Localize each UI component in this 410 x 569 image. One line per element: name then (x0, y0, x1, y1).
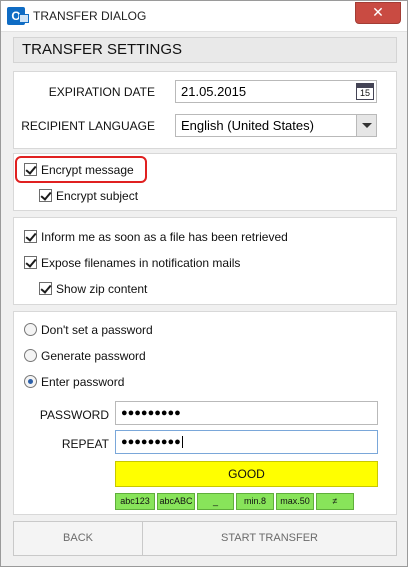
close-icon: ✕ (372, 4, 384, 20)
expiration-date-field[interactable]: 21.05.2015 (175, 80, 377, 103)
rule-not-equal: ≠ (316, 493, 354, 510)
outlook-app-icon: O (7, 7, 29, 25)
encrypt-subject-label: Encrypt subject (56, 189, 139, 203)
rule-special-char: _ (197, 493, 234, 510)
generate-password-label: Generate password (41, 349, 146, 363)
encrypt-message-checkbox[interactable] (24, 163, 37, 176)
recipient-language-label: RECIPIENT LANGUAGE (21, 119, 155, 133)
page-title: TRANSFER SETTINGS (13, 37, 397, 63)
no-password-radio[interactable] (24, 323, 37, 336)
expiration-date-label: EXPIRATION DATE (48, 85, 155, 99)
generate-password-radio[interactable] (24, 349, 37, 362)
footer-bar: BACK START TRANSFER (13, 521, 397, 556)
enter-password-label: Enter password (41, 375, 125, 389)
no-password-label: Don't set a password (41, 323, 153, 337)
password-label: PASSWORD (39, 408, 109, 422)
expose-filenames-checkbox[interactable] (24, 256, 37, 269)
inform-retrieved-checkbox[interactable] (24, 230, 37, 243)
expose-filenames-label: Expose filenames in notification mails (41, 256, 241, 270)
rule-alphanumeric: abc123 (115, 493, 155, 510)
enter-password-radio[interactable] (24, 375, 37, 388)
show-zip-label: Show zip content (56, 282, 148, 296)
repeat-password-field[interactable]: ●●●●●●●●● (115, 430, 378, 454)
password-field[interactable]: ●●●●●●●●● (115, 401, 378, 425)
rule-min-length: min.8 (236, 493, 274, 510)
encrypt-message-label: Encrypt message (41, 163, 134, 177)
calendar-icon[interactable]: 15 (356, 83, 374, 100)
repeat-label: REPEAT (61, 437, 109, 451)
encrypt-subject-checkbox[interactable] (39, 189, 52, 202)
window-title: TRANSFER DIALOG (33, 9, 147, 23)
inform-retrieved-label: Inform me as soon as a file has been ret… (41, 230, 288, 244)
password-strength-indicator: GOOD (115, 461, 378, 487)
recipient-language-select[interactable]: English (United States) (175, 114, 377, 137)
rule-mixed-case: abcABC (157, 493, 195, 510)
show-zip-checkbox[interactable] (39, 282, 52, 295)
transfer-dialog-window: O TRANSFER DIALOG ✕ TRANSFER SETTINGS EX… (0, 0, 408, 567)
title-bar[interactable]: O TRANSFER DIALOG ✕ (1, 1, 407, 32)
back-button[interactable]: BACK (14, 522, 143, 555)
start-transfer-button[interactable]: START TRANSFER (143, 522, 396, 555)
close-button[interactable]: ✕ (355, 2, 401, 24)
chevron-down-icon[interactable] (356, 115, 376, 136)
rule-max-length: max.50 (276, 493, 314, 510)
